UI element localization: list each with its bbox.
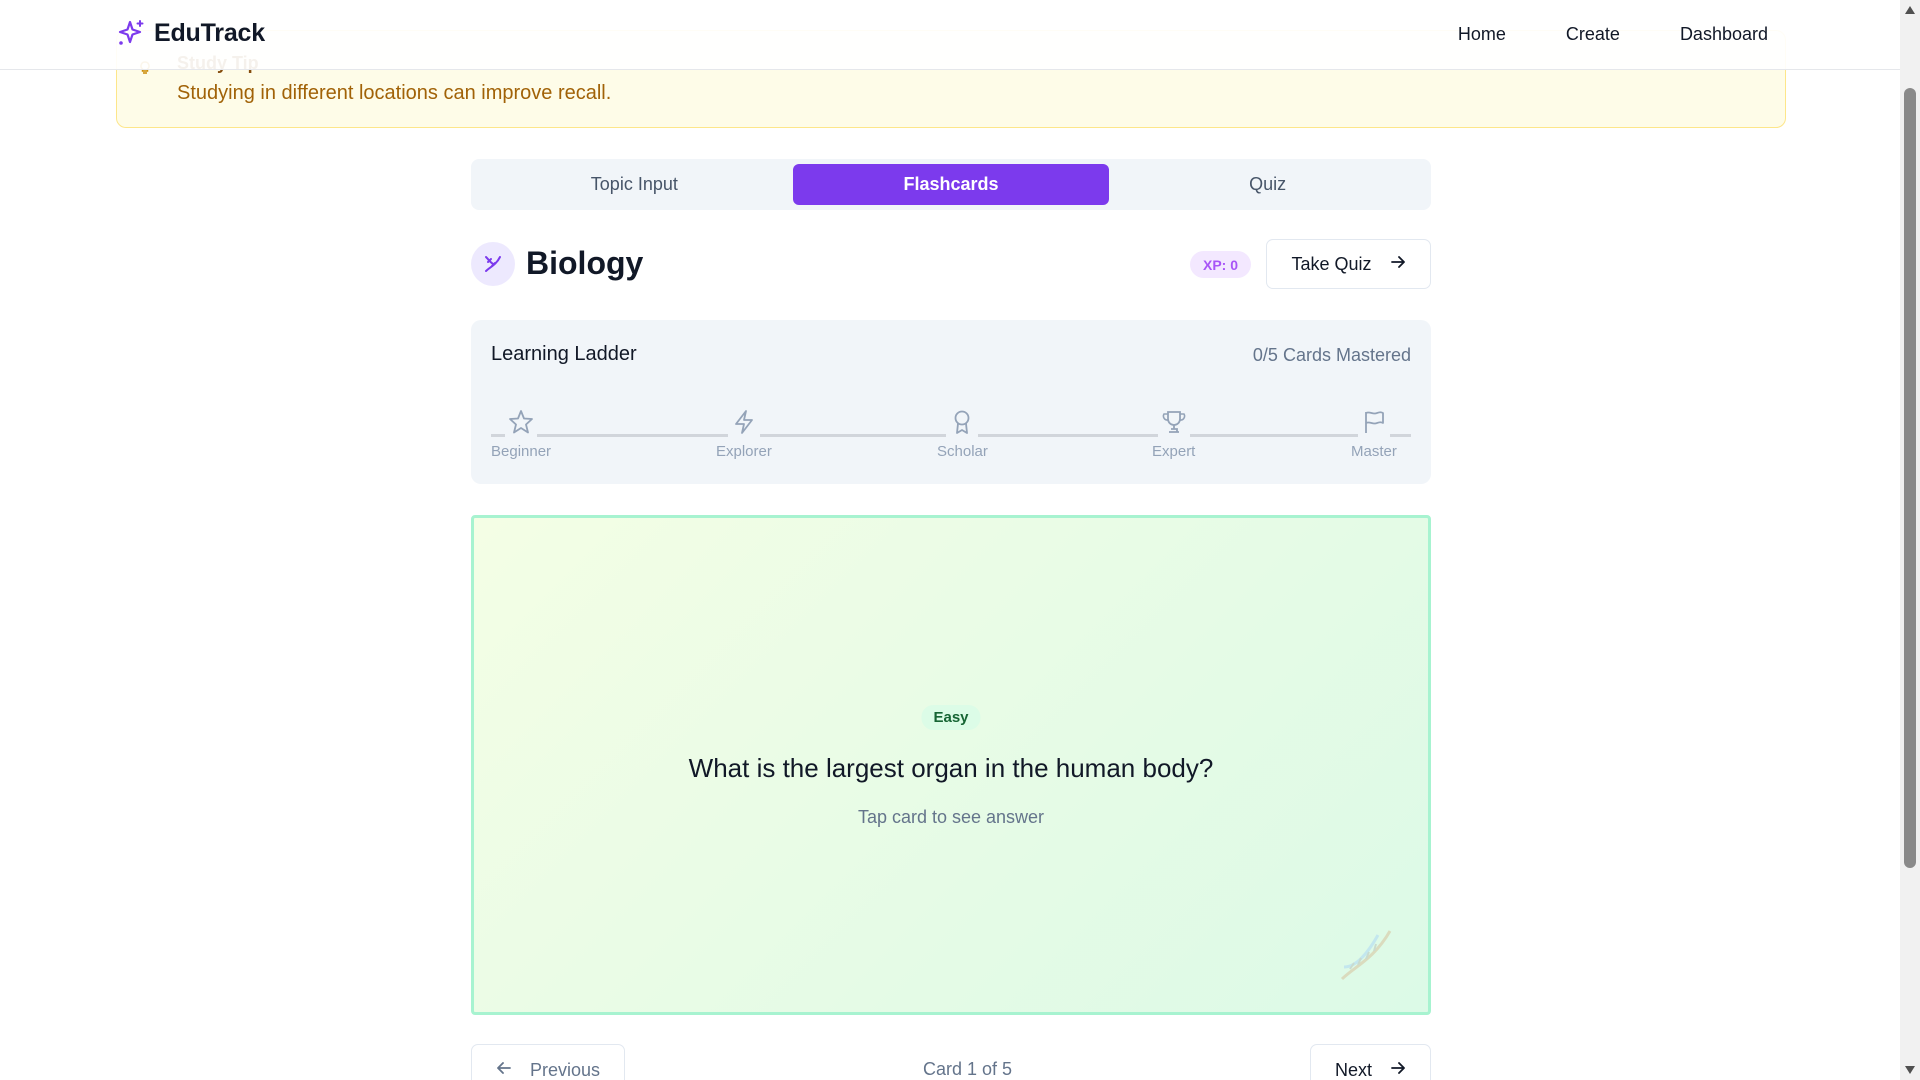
arrow-right-icon (1390, 254, 1406, 275)
tab-flashcards[interactable]: Flashcards (792, 164, 1110, 205)
card-counter: Card 1 of 5 (923, 1059, 1013, 1079)
topic-title: Biology (526, 245, 644, 281)
learning-ladder: Learning Ladder 0/5 Cards Mastered Begin… (471, 320, 1431, 484)
step-label-scholar: Scholar (937, 443, 988, 460)
dna-icon (471, 242, 515, 286)
scrollbar-thumb[interactable] (1904, 88, 1916, 868)
previous-button[interactable]: Previous (471, 1044, 625, 1080)
step-label-master: Master (1351, 443, 1397, 460)
nav-link-create[interactable]: Create (1566, 24, 1620, 45)
arrow-right-icon (1390, 1060, 1406, 1080)
step-label-expert: Expert (1152, 443, 1196, 460)
ladder-title: Learning Ladder (491, 343, 637, 365)
next-button[interactable]: Next (1310, 1044, 1431, 1080)
topic-header: Biology XP: 0 Take Quiz (471, 239, 1431, 289)
mode-tabs: Topic Input Flashcards Quiz (471, 159, 1431, 210)
step-label-beginner: Beginner (491, 443, 552, 460)
ladder-mastered-count: 0/5 Cards Mastered (1252, 345, 1411, 365)
brand-name: EduTrack (154, 18, 265, 47)
nav-link-home[interactable]: Home (1458, 24, 1506, 45)
scroll-down-arrow-icon[interactable] (1905, 1066, 1915, 1074)
flashcard[interactable]: Easy What is the largest organ in the hu… (471, 515, 1431, 1015)
lightning-icon (727, 406, 760, 438)
tab-quiz[interactable]: Quiz (1109, 164, 1426, 205)
page-viewport: Study Tip Studying in different location… (0, 0, 1900, 1080)
scroll-up-arrow-icon[interactable] (1905, 6, 1915, 14)
dna-icon (1334, 923, 1398, 992)
take-quiz-label: Take Quiz (1291, 253, 1372, 274)
award-icon (946, 406, 979, 438)
ladder-step-expert: Expert (1152, 406, 1195, 460)
tab-topic-input[interactable]: Topic Input (476, 164, 793, 205)
ladder-step-master: Master (1351, 406, 1397, 460)
nav-links: Home Create Dashboard (1458, 24, 1768, 45)
star-icon (505, 406, 538, 438)
page-scrollbar[interactable] (1900, 0, 1920, 1080)
arrow-left-icon (496, 1060, 512, 1080)
step-label-explorer: Explorer (716, 443, 772, 460)
ladder-step-scholar: Scholar (937, 406, 988, 460)
ladder-step-beginner: Beginner (491, 406, 551, 460)
xp-badge: XP: 0 (1190, 251, 1252, 278)
trophy-icon (1157, 406, 1190, 438)
nav-link-dashboard[interactable]: Dashboard (1680, 24, 1768, 45)
difficulty-badge: Easy (921, 705, 981, 730)
flashcard-hint: Tap card to see answer (857, 807, 1045, 827)
take-quiz-button[interactable]: Take Quiz (1266, 239, 1431, 289)
ladder-step-explorer: Explorer (716, 406, 772, 460)
flashcard-question: What is the largest organ in the human b… (688, 753, 1214, 783)
next-label: Next (1334, 1059, 1372, 1080)
tip-text: Studying in different locations can impr… (177, 82, 612, 104)
sparkles-icon (116, 18, 146, 48)
previous-label: Previous (529, 1059, 601, 1080)
brand-logo[interactable]: EduTrack (116, 18, 265, 48)
top-navbar: EduTrack Home Create Dashboard (0, 0, 1900, 70)
flag-icon (1357, 406, 1390, 438)
